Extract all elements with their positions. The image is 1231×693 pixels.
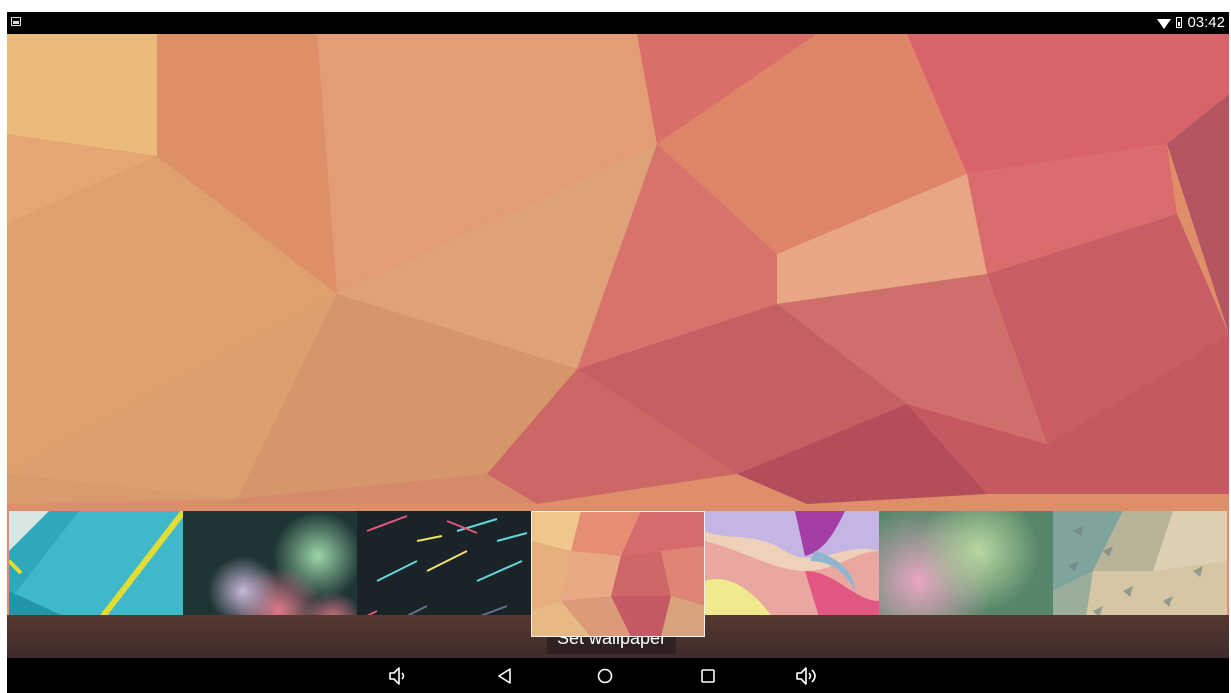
android-screen: 03:42 Set wallpaper [7,12,1229,693]
clock: 03:42 [1187,14,1225,31]
wifi-icon [1157,18,1172,29]
gallery-notification-icon [11,17,21,26]
recents-icon[interactable] [696,664,720,688]
back-icon[interactable] [493,664,517,688]
battery-icon [1176,17,1183,28]
status-icons: 03:42 [1157,14,1225,31]
home-icon[interactable] [593,664,617,688]
volume-down-icon[interactable] [387,664,411,688]
status-bar: 03:42 [7,12,1229,34]
wallpaper-thumbnail-warm-polygon[interactable] [531,511,705,637]
volume-up-icon[interactable] [795,664,819,688]
navigation-bar [7,658,1229,693]
wallpaper-preview[interactable] [7,34,1229,637]
